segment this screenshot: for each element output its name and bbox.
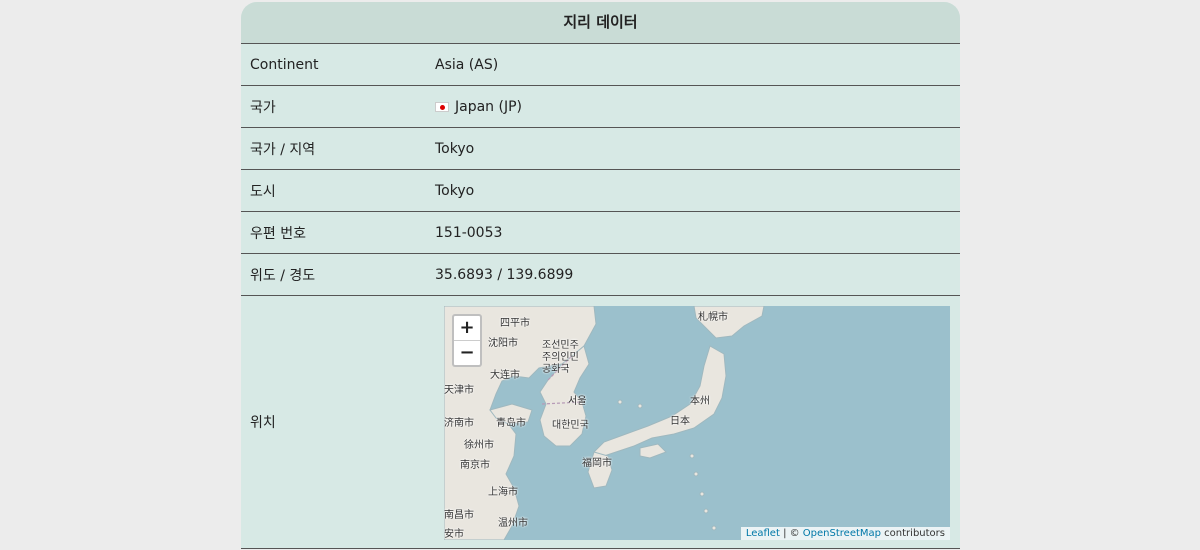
country-name: Japan (JP) xyxy=(455,98,522,115)
row-label: 국가 xyxy=(250,99,276,116)
map-attribution: Leaflet | © OpenStreetMap contributors xyxy=(740,527,950,540)
row-value: Tokyo xyxy=(435,182,475,199)
row-value: Tokyo xyxy=(435,140,475,157)
map-label-north-korea: 조선민주주의인민공화국 xyxy=(542,340,579,375)
zoom-out-button[interactable]: − xyxy=(454,340,480,365)
map-label-dalian: 大连市 xyxy=(490,370,520,381)
map-label-honshu: 本州 xyxy=(690,396,710,407)
row-city: 도시 Tokyo xyxy=(241,170,960,212)
row-label: 도시 xyxy=(250,183,276,200)
map-label-shenyang: 沈阳市 xyxy=(488,338,518,349)
map-label-nanjing: 南京市 xyxy=(460,460,490,471)
map-label-wenzhou: 温州市 xyxy=(498,518,528,529)
zoom-in-button[interactable]: + xyxy=(454,316,480,340)
map-label-japan: 日本 xyxy=(670,416,690,427)
row-postal-code: 우편 번호 151-0053 xyxy=(241,212,960,254)
map-label-nanchang: 南昌市 xyxy=(444,510,474,521)
row-label: 국가 / 지역 xyxy=(250,141,316,158)
panel-title: 지리 데이터 xyxy=(241,2,960,44)
row-label: Continent xyxy=(250,56,319,73)
map-label-jinan: 济南市 xyxy=(444,418,474,429)
row-value: Japan (JP) xyxy=(435,99,960,115)
map-label-siping: 四平市 xyxy=(500,318,530,329)
location-map[interactable]: 四平市 沈阳市 大连市 天津市 济南市 青岛市 徐州市 南京市 上海市 南昌市 … xyxy=(444,306,950,540)
row-value: Asia (AS) xyxy=(435,56,499,73)
map-label-xuzhou: 徐州市 xyxy=(464,440,494,451)
row-value: 151-0053 xyxy=(435,224,503,241)
row-label: 우편 번호 xyxy=(250,225,306,242)
japan-flag-icon xyxy=(435,101,449,112)
openstreetmap-link[interactable]: OpenStreetMap xyxy=(803,528,881,539)
map-label-qingdao: 青岛市 xyxy=(496,418,526,429)
attribution-suffix: contributors xyxy=(881,528,945,539)
map-label-an: 安市 xyxy=(444,529,464,540)
leaflet-link[interactable]: Leaflet xyxy=(746,528,780,539)
map-label-sapporo: 札幌市 xyxy=(698,312,728,323)
map-label-shanghai: 上海市 xyxy=(488,487,518,498)
map-label-tianjin: 天津市 xyxy=(444,385,474,396)
row-value: 35.6893 / 139.6899 xyxy=(435,266,574,283)
map-label-south-korea: 대한민국 xyxy=(552,420,589,431)
row-lat-lng: 위도 / 경도 35.6893 / 139.6899 xyxy=(241,254,960,296)
attribution-separator: | © xyxy=(779,528,803,539)
row-continent: Continent Asia (AS) xyxy=(241,44,960,86)
row-label: 위치 xyxy=(250,415,276,431)
zoom-control: + − xyxy=(452,314,482,367)
geo-data-panel: 지리 데이터 Continent Asia (AS) 국가 Japan (JP)… xyxy=(241,2,960,549)
row-label: 위도 / 경도 xyxy=(250,267,316,284)
map-label-fukuoka: 福岡市 xyxy=(582,458,612,469)
map-label-seoul: 서울 xyxy=(568,396,587,407)
row-region: 국가 / 지역 Tokyo xyxy=(241,128,960,170)
row-country: 국가 Japan (JP) xyxy=(241,86,960,128)
row-location: 위치 四平市 沈阳市 大连市 天津市 济南市 青岛市 徐州市 南京市 上海市 南… xyxy=(241,296,960,549)
